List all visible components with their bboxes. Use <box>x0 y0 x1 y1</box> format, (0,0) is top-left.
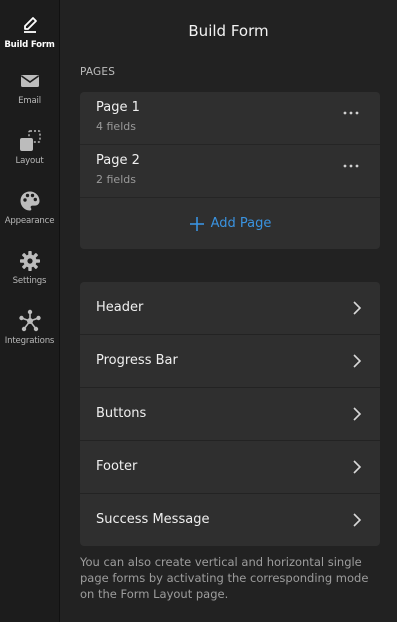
more-options-icon[interactable] <box>342 105 360 119</box>
left-rail: Build Form Email Layout Appearance Setti… <box>0 0 60 622</box>
settings-row-footer[interactable]: Footer <box>80 441 380 494</box>
settings-row-label: Buttons <box>96 406 147 421</box>
page-field-count: 2 fields <box>96 173 136 186</box>
add-page-label: Add Page <box>210 216 272 231</box>
settings-row-success-message[interactable]: Success Message <box>80 494 380 546</box>
gear-icon <box>0 250 59 272</box>
integrations-icon <box>0 309 59 332</box>
page-row-1[interactable]: Page 1 4 fields <box>80 92 380 145</box>
rail-item-label: Layout <box>15 156 44 166</box>
rail-item-label: Integrations <box>4 336 55 346</box>
help-note: You can also create vertical and horizon… <box>80 555 369 601</box>
settings-row-label: Header <box>96 300 144 315</box>
chevron-right-icon <box>352 300 362 316</box>
chevron-right-icon <box>352 406 362 422</box>
rail-item-label: Settings <box>12 276 47 286</box>
palette-icon <box>0 190 59 212</box>
app-window: Build Form Email Layout Appearance Setti… <box>0 0 397 622</box>
settings-row-label: Progress Bar <box>96 353 178 368</box>
settings-row-header[interactable]: Header <box>80 282 380 335</box>
chevron-right-icon <box>352 459 362 475</box>
page-name: Page 2 <box>96 153 140 168</box>
rail-item-label: Email <box>18 96 41 106</box>
settings-row-label: Footer <box>96 459 138 474</box>
settings-row-label: Success Message <box>96 512 210 527</box>
page-field-count: 4 fields <box>96 120 136 133</box>
plus-icon <box>189 216 205 232</box>
rail-item-appearance[interactable]: Appearance <box>0 180 59 236</box>
main-panel: Build Form PAGES Page 1 4 fields Page 2 … <box>60 0 397 622</box>
add-page-button[interactable]: Add Page <box>80 198 380 249</box>
pen-icon <box>0 14 59 36</box>
settings-row-progress-bar[interactable]: Progress Bar <box>80 335 380 388</box>
settings-row-buttons[interactable]: Buttons <box>80 388 380 441</box>
envelope-icon <box>0 70 59 92</box>
rail-item-label: Build Form <box>4 40 55 50</box>
rail-item-layout[interactable]: Layout <box>0 120 59 176</box>
pages-section-label: PAGES <box>80 66 116 78</box>
rail-item-settings[interactable]: Settings <box>0 240 59 296</box>
rail-item-build-form[interactable]: Build Form <box>0 4 59 60</box>
page-name: Page 1 <box>96 100 140 115</box>
rail-item-email[interactable]: Email <box>0 60 59 116</box>
rail-item-label: Appearance <box>4 216 55 226</box>
chevron-right-icon <box>352 512 362 528</box>
more-options-icon[interactable] <box>342 158 360 172</box>
rail-item-integrations[interactable]: Integrations <box>0 300 59 356</box>
form-elements-card: Header Progress Bar Buttons Footer Succe… <box>80 282 380 546</box>
layout-icon <box>0 130 59 152</box>
page-row-2[interactable]: Page 2 2 fields <box>80 145 380 198</box>
page-title: Build Form <box>188 22 269 40</box>
chevron-right-icon <box>352 353 362 369</box>
pages-card: Page 1 4 fields Page 2 2 fields Add Page <box>80 92 380 249</box>
